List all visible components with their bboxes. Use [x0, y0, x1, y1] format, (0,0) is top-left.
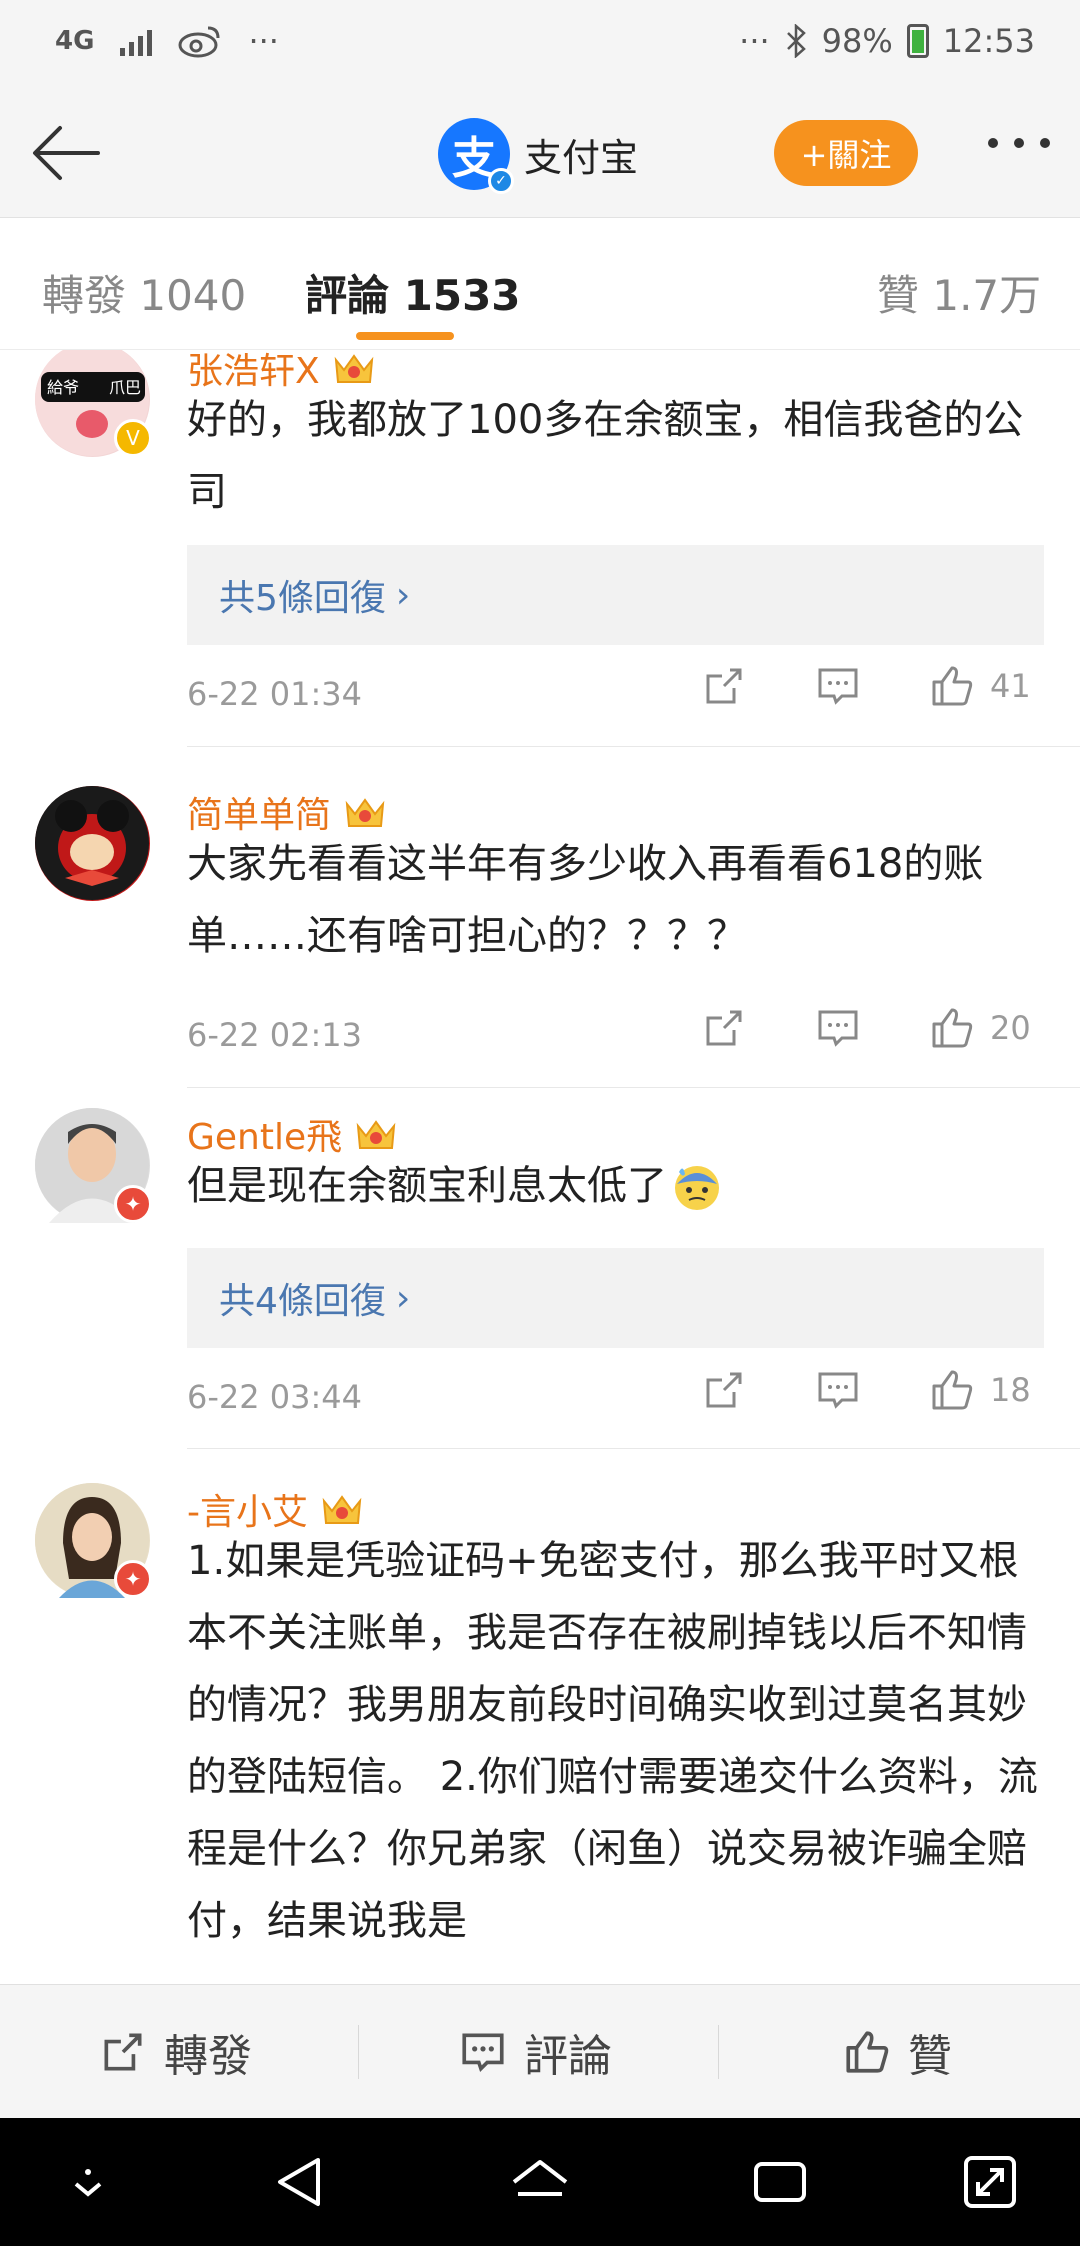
- tab-bar: 轉發 1040 評論 1533 贊 1.7万: [0, 218, 1080, 350]
- top-app-bar: 支 ✓ 支付宝 +關注: [0, 90, 1080, 218]
- comment-text: 大家先看看这半年有多少收入再看看618的账单……还有啥可担心的？？？？: [187, 841, 984, 959]
- weibo-icon: [178, 26, 220, 58]
- divider: [187, 1087, 1080, 1088]
- account-title[interactable]: 支 ✓ 支付宝: [438, 118, 639, 194]
- back-arrow-icon[interactable]: [28, 118, 104, 188]
- bluetooth-icon: [786, 24, 806, 58]
- comment-actions: 41: [700, 662, 1031, 710]
- comment-text: 但是现在余额宝利息太低了: [187, 1150, 1047, 1222]
- comment-icon[interactable]: [814, 1004, 862, 1052]
- avatar-image: [35, 786, 149, 900]
- sweat-emoji-icon: [675, 1166, 719, 1210]
- repost-button[interactable]: 轉發: [98, 1985, 252, 2119]
- user-avatar[interactable]: [35, 786, 150, 901]
- recents-icon[interactable]: [748, 2150, 812, 2214]
- vip-crown-icon: [334, 354, 373, 383]
- user-avatar[interactable]: ✦: [35, 1108, 152, 1223]
- divider: [718, 2025, 719, 2079]
- user-avatar[interactable]: ✦: [35, 1483, 152, 1598]
- back-triangle-icon[interactable]: [268, 2150, 332, 2214]
- expand-icon[interactable]: [958, 2150, 1022, 2214]
- avatar-text-left: 給爷: [47, 378, 79, 397]
- status-bar: 4G ··· ··· 98% 12:53: [0, 0, 1080, 90]
- divider: [187, 746, 1080, 747]
- comment-time: 6-22 02:13: [187, 1016, 363, 1054]
- chevron-right-icon: ›: [395, 1277, 411, 1319]
- like-count: 41: [990, 667, 1031, 705]
- vip-crown-icon: [322, 1495, 362, 1524]
- network-type: 4G: [55, 26, 95, 56]
- verified-icon: ✓: [488, 168, 514, 194]
- like-button[interactable]: 贊: [842, 1985, 952, 2119]
- repost-icon[interactable]: [700, 1366, 748, 1414]
- replies-button[interactable]: 共5條回復 ›: [187, 545, 1044, 645]
- notification-more: ···: [248, 22, 279, 60]
- battery-percent: 98%: [821, 22, 893, 60]
- like-count: 18: [990, 1371, 1031, 1409]
- like-icon[interactable]: [928, 662, 976, 710]
- bottom-action-bar: 轉發 評論 贊: [0, 1984, 1080, 2118]
- like-count: 20: [990, 1009, 1031, 1047]
- verified-badge-icon: V: [114, 419, 152, 457]
- tab-comments[interactable]: 評論 1533: [305, 262, 521, 323]
- user-avatar[interactable]: 給爷 爪巴 V: [35, 350, 152, 457]
- follow-button[interactable]: +關注: [774, 120, 918, 186]
- member-badge-icon: ✦: [114, 1185, 152, 1223]
- comment-time: 6-22 03:44: [187, 1378, 363, 1416]
- comment-text: 好的，我都放了100多在余额宝，相信我爸的公司: [187, 397, 1024, 515]
- vip-crown-icon: [356, 1120, 396, 1149]
- comment-actions: 20: [700, 1004, 1031, 1052]
- like-icon[interactable]: [928, 1366, 976, 1414]
- chevron-right-icon: ›: [395, 574, 411, 616]
- divider: [187, 1448, 1080, 1449]
- tab-repost[interactable]: 轉發 1040: [42, 262, 246, 323]
- comment-button[interactable]: 評論: [458, 1985, 612, 2119]
- member-badge-icon: ✦: [114, 1560, 152, 1598]
- page-title: 支付宝: [524, 135, 639, 180]
- like-icon[interactable]: [928, 1004, 976, 1052]
- like-icon: [846, 2031, 889, 2073]
- repost-icon: [104, 2033, 142, 2071]
- system-navigation-bar: [0, 2118, 1080, 2246]
- clock: 12:53: [942, 22, 1035, 60]
- comment-text: 1.如果是凭验证码+免密支付，那么我平时又根本不关注账单，我是否存在被刷掉钱以后…: [187, 1538, 1038, 1944]
- comment-icon: [462, 2033, 504, 2073]
- comment-icon[interactable]: [814, 1366, 862, 1414]
- battery-icon: [906, 24, 929, 58]
- replies-button[interactable]: 共4條回復 ›: [187, 1248, 1044, 1348]
- repost-icon[interactable]: [700, 662, 748, 710]
- repost-icon[interactable]: [700, 1004, 748, 1052]
- status-more: ···: [739, 22, 770, 60]
- comment-list[interactable]: 給爷 爪巴 V 张浩轩X 好的，我都放了100多在余额宝，相信我爸的公司 共5條…: [0, 350, 1080, 1984]
- chevron-down-icon[interactable]: [56, 2150, 120, 2214]
- vip-crown-icon: [345, 798, 385, 827]
- home-icon[interactable]: [508, 2150, 572, 2214]
- active-tab-indicator: [356, 332, 454, 340]
- tab-likes[interactable]: 贊 1.7万: [877, 262, 1041, 323]
- avatar-text-right: 爪巴: [109, 378, 141, 397]
- comment-icon[interactable]: [814, 662, 862, 710]
- more-menu-icon[interactable]: [988, 138, 1050, 148]
- signal-icon: [120, 26, 153, 56]
- alipay-logo: 支 ✓: [438, 118, 514, 194]
- divider: [358, 2025, 359, 2079]
- comment-time: 6-22 01:34: [187, 675, 363, 713]
- comment-actions: 18: [700, 1366, 1031, 1414]
